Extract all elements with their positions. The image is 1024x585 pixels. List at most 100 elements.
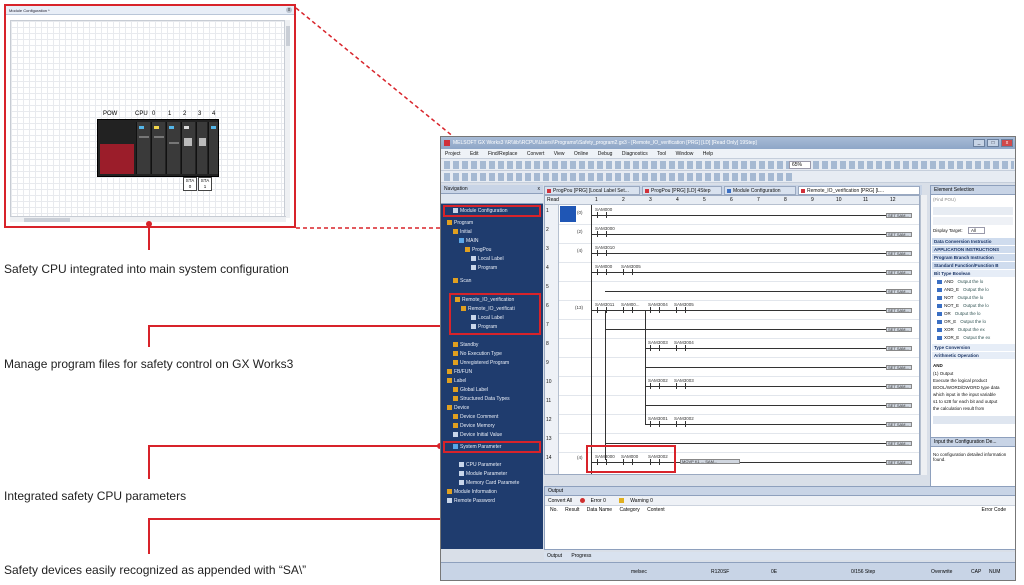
nav-item-cpu-parameter[interactable]: CPU Parameter bbox=[459, 461, 501, 469]
tab-progress[interactable]: Progress bbox=[571, 553, 591, 559]
nav-item-progpou[interactable]: ProgPou bbox=[465, 246, 491, 254]
category-standard-function[interactable]: Standard Function/Function B bbox=[932, 262, 1015, 269]
error-filter-button[interactable]: Error 0 bbox=[579, 498, 612, 504]
element-item-and[interactable]: AND Output the lo bbox=[937, 279, 983, 284]
ladder-coil[interactable]: SET SAM... bbox=[886, 441, 912, 446]
menu-tool[interactable]: Tool bbox=[657, 151, 666, 157]
close-icon[interactable]: x bbox=[538, 185, 541, 194]
toolbar-icons[interactable] bbox=[444, 173, 794, 181]
category-application-instructions[interactable]: APPLICATION INSTRUCTIONS bbox=[932, 246, 1015, 253]
nav-item-device-memory[interactable]: Device Memory bbox=[453, 422, 495, 430]
element-item-desc: Output the ex bbox=[963, 335, 991, 340]
tab-output[interactable]: Output bbox=[547, 553, 562, 559]
element-item-name: XOR bbox=[944, 327, 954, 332]
element-item-xor-e[interactable]: XOR_E Output the ex bbox=[937, 335, 990, 340]
selected-cell[interactable] bbox=[560, 206, 576, 222]
menu-view[interactable]: View bbox=[554, 151, 565, 157]
category-bit-type-boolean[interactable]: Bit Type Boolean bbox=[932, 270, 1015, 277]
category-arithmetic-operation[interactable]: Arithmetic Operation bbox=[932, 352, 1015, 359]
navigation-toolbar[interactable] bbox=[441, 194, 543, 204]
folder-icon bbox=[453, 414, 458, 419]
menu-edit[interactable]: Edit bbox=[470, 151, 479, 157]
ladder-coil[interactable]: SET SAM... bbox=[886, 308, 912, 313]
element-tabs[interactable] bbox=[933, 416, 1015, 424]
nav-item-scan[interactable]: Scan bbox=[453, 277, 471, 285]
column-header[interactable]: Content bbox=[647, 507, 665, 513]
element-item-desc: Output the lo bbox=[954, 311, 981, 316]
ladder-coil[interactable]: SET SAM... bbox=[886, 365, 912, 370]
nav-item-remote-password[interactable]: Remote Password bbox=[447, 497, 495, 505]
tab-remote-io-verification[interactable]: Remote_IO_verification [PRG] [L... bbox=[798, 186, 920, 195]
nav-item-local-label[interactable]: Local Label bbox=[471, 255, 504, 263]
ladder-coil[interactable]: SET SAM... bbox=[886, 327, 912, 332]
column-header[interactable]: Category bbox=[619, 507, 639, 513]
nav-item-module-parameter[interactable]: Module Parameter bbox=[459, 470, 507, 478]
ladder-instruction[interactable]: MOVP K1 ... SAM... bbox=[680, 459, 740, 464]
toolbar-icons[interactable] bbox=[444, 161, 1014, 169]
tab-module-configuration[interactable]: Module Configuration bbox=[724, 186, 796, 195]
nav-item-structured-data-types[interactable]: Structured Data Types bbox=[453, 395, 510, 403]
element-toolbar-2[interactable] bbox=[933, 217, 1013, 225]
display-target-select[interactable]: All bbox=[967, 227, 985, 234]
nav-item-fb-fun[interactable]: FB/FUN bbox=[447, 368, 472, 376]
element-item-or-e[interactable]: OR_E Output the lo bbox=[937, 319, 986, 324]
menu-convert[interactable]: Convert bbox=[527, 151, 545, 157]
convert-all-button[interactable]: Convert All bbox=[548, 498, 572, 504]
nav-item-global-label[interactable]: Global Label bbox=[453, 386, 488, 394]
minimize-button[interactable]: _ bbox=[973, 139, 985, 147]
nav-item-label: Standby bbox=[460, 342, 479, 348]
nav-item-main[interactable]: MAIN bbox=[459, 237, 479, 245]
menu-online[interactable]: Online bbox=[574, 151, 588, 157]
warning-filter-button[interactable]: Warning 0 bbox=[619, 498, 659, 504]
element-item-not-e[interactable]: NOT_E Output the lo bbox=[937, 303, 989, 308]
ladder-vertical-scrollbar[interactable] bbox=[920, 195, 927, 475]
ladder-coil[interactable]: SET SAM... bbox=[886, 346, 912, 351]
nav-item-unregistered-program[interactable]: Unregistered Program bbox=[453, 359, 509, 367]
nav-item-device-initial-value[interactable]: Device Initial Value bbox=[453, 431, 502, 439]
nav-item-memory-card-parameter[interactable]: Memory Card Paramete bbox=[459, 479, 519, 487]
category-data-conversion[interactable]: Data Conversion Instructio bbox=[932, 238, 1015, 245]
zoom-select[interactable]: 65% bbox=[789, 161, 811, 169]
ladder-coil[interactable]: SET SAM... bbox=[886, 213, 912, 218]
nav-item-standby[interactable]: Standby bbox=[453, 341, 478, 349]
nav-item-no-execution-type[interactable]: No Execution Type bbox=[453, 350, 502, 358]
nav-item-device-comment[interactable]: Device Comment bbox=[453, 413, 498, 421]
column-header[interactable]: Result bbox=[565, 507, 579, 513]
menu-project[interactable]: Project bbox=[445, 151, 461, 157]
menu-debug[interactable]: Debug bbox=[598, 151, 613, 157]
menu-help[interactable]: Help bbox=[703, 151, 713, 157]
tab-progpou-local-label[interactable]: ProgPou [PRG] [Local Label Set... bbox=[544, 186, 640, 195]
element-item-and-e[interactable]: AND_E Output the lo bbox=[937, 287, 989, 292]
nav-item-device[interactable]: Device bbox=[447, 404, 469, 412]
category-type-conversion[interactable]: Type Conversion bbox=[932, 344, 1015, 351]
element-item-or[interactable]: OR Output the lo bbox=[937, 311, 981, 316]
nav-item-program[interactable]: Program bbox=[447, 219, 473, 227]
ladder-coil[interactable]: SET SAM... bbox=[886, 422, 912, 427]
nav-item-label[interactable]: Label bbox=[447, 377, 466, 385]
ladder-coil[interactable]: SET SAM... bbox=[886, 384, 912, 389]
column-header[interactable]: Data Name bbox=[587, 507, 612, 513]
ladder-coil[interactable]: SET SAM... bbox=[886, 232, 912, 237]
element-item-not[interactable]: NOT Output the lo bbox=[937, 295, 983, 300]
element-toolbar[interactable] bbox=[933, 207, 1013, 215]
column-header[interactable]: No. bbox=[550, 507, 558, 513]
ladder-coil[interactable]: SET SAM... bbox=[886, 403, 912, 408]
nav-item-module-information[interactable]: Module Information bbox=[447, 488, 497, 496]
menu-diagnostics[interactable]: Diagnostics bbox=[622, 151, 648, 157]
maximize-button[interactable]: □ bbox=[987, 139, 999, 147]
tab-progpou-ld[interactable]: ProgPou [PRG] [LD] 4Step bbox=[642, 186, 722, 195]
ladder-coil[interactable]: SET SAM... bbox=[886, 460, 912, 465]
element-item-xor[interactable]: XOR Output the ex bbox=[937, 327, 985, 332]
menu-window[interactable]: Window bbox=[676, 151, 694, 157]
ladder-coil[interactable]: SET SAM... bbox=[886, 289, 912, 294]
ladder-coil[interactable]: SET SAM... bbox=[886, 251, 912, 256]
close-button[interactable]: x bbox=[1001, 139, 1013, 147]
ladder-editor[interactable]: Read 1 2 3 4 5 6 7 8 9 10 11 12 1 2 3 4 … bbox=[544, 195, 920, 475]
find-pou-input[interactable]: (Find POU) bbox=[933, 197, 956, 202]
category-program-branch[interactable]: Program Branch Instruction bbox=[932, 254, 1015, 261]
nav-item-program-file[interactable]: Program bbox=[471, 264, 497, 272]
ladder-coil[interactable]: SET SAM... bbox=[886, 270, 912, 275]
menu-find-replace[interactable]: Find/Replace bbox=[488, 151, 517, 157]
nav-item-initial[interactable]: Initial bbox=[453, 228, 472, 236]
column-header-error-code[interactable]: Error Code bbox=[982, 506, 1006, 515]
